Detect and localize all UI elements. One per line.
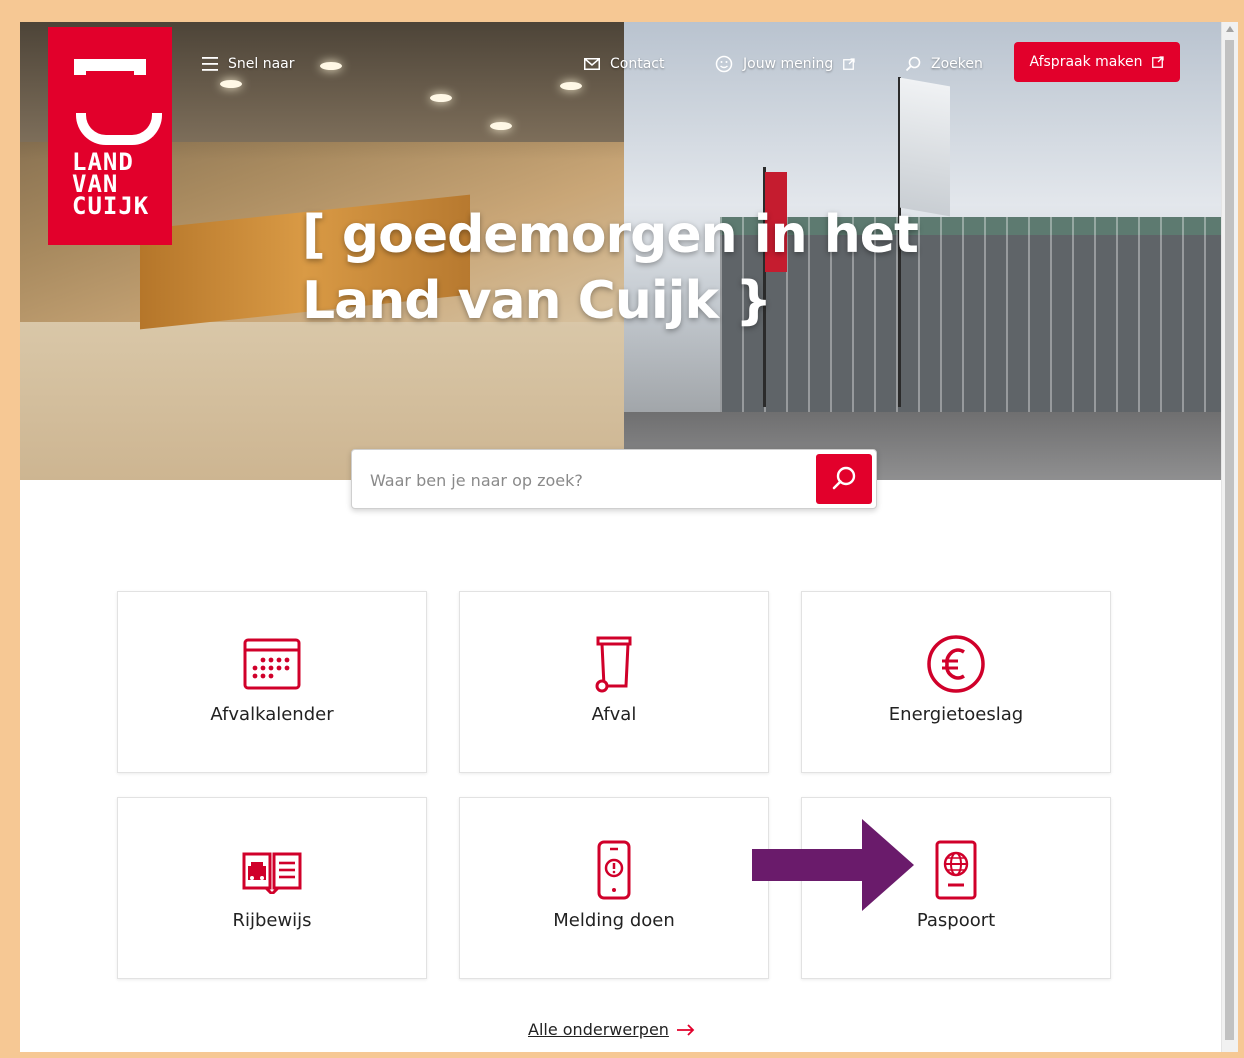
contact-label: Contact: [610, 56, 665, 72]
search-box: [351, 449, 877, 509]
site-logo[interactable]: LAND VAN CUIJK: [48, 27, 172, 245]
feedback-label: Jouw mening: [743, 56, 834, 72]
vertical-scrollbar[interactable]: [1221, 22, 1238, 1052]
tile-label: Afvalkalender: [210, 704, 334, 725]
logo-line-3: CUIJK: [72, 192, 150, 220]
ceiling-light: [430, 94, 452, 102]
menu-button[interactable]: Snel naar: [202, 54, 295, 74]
phone-alert-icon: [597, 840, 631, 900]
envelope-icon: [584, 58, 600, 70]
euro-icon: [927, 635, 985, 693]
tile-label: Afval: [591, 704, 637, 725]
all-topics-link[interactable]: Alle onderwerpen: [528, 1020, 695, 1039]
logo-bracket-icon: [74, 59, 146, 75]
appointment-button[interactable]: Afspraak maken: [1014, 42, 1180, 82]
hero-flag: [900, 77, 950, 217]
ceiling-light: [320, 62, 342, 70]
ceiling-light: [560, 82, 582, 90]
tile-afval[interactable]: Afval: [459, 591, 769, 773]
tile-energietoeslag[interactable]: Energietoeslag: [801, 591, 1111, 773]
search-icon: [832, 466, 856, 490]
tile-label: Energietoeslag: [888, 704, 1024, 725]
hero-banner: [ goedemorgen in het Land van Cuijk }: [20, 22, 1222, 480]
drivers-license-icon: [242, 852, 302, 894]
hero-title: [ goedemorgen in het Land van Cuijk }: [302, 202, 962, 334]
waste-bin-icon: [595, 636, 632, 693]
tile-label: Paspoort: [916, 910, 996, 931]
menu-label: Snel naar: [228, 56, 295, 72]
passport-icon: [935, 840, 977, 900]
tile-label: Melding doen: [553, 910, 675, 931]
ceiling-light: [220, 80, 242, 88]
search-label: Zoeken: [931, 56, 983, 72]
search-icon: [905, 56, 921, 72]
contact-link[interactable]: Contact: [584, 54, 664, 74]
logo-wordmark: LAND VAN CUIJK: [72, 150, 162, 220]
calendar-icon: [243, 638, 301, 690]
hero-title-line2: Land van Cuijk }: [302, 271, 772, 331]
tile-label: Rijbewijs: [232, 910, 312, 931]
arrow-right-icon: [676, 1023, 695, 1036]
tile-rijbewijs[interactable]: Rijbewijs: [117, 797, 427, 979]
hero-title-line1: [ goedemorgen in het: [302, 205, 919, 265]
browser-viewport: [ goedemorgen in het Land van Cuijk } LA…: [20, 22, 1238, 1052]
scroll-up-arrow-icon[interactable]: [1226, 26, 1234, 32]
external-link-icon: [1152, 56, 1165, 68]
logo-smile-icon: [76, 113, 162, 145]
hamburger-icon: [202, 57, 218, 71]
external-link-icon: [843, 58, 855, 70]
scrollbar-thumb[interactable]: [1225, 40, 1234, 1040]
feedback-link[interactable]: Jouw mening: [715, 54, 855, 74]
search-input[interactable]: [368, 464, 792, 496]
tile-afvalkalender[interactable]: Afvalkalender: [117, 591, 427, 773]
search-link[interactable]: Zoeken: [905, 54, 983, 74]
search-submit-button[interactable]: [816, 454, 872, 504]
smiley-icon: [715, 55, 733, 73]
ceiling-light: [490, 122, 512, 130]
appointment-label: Afspraak maken: [1029, 54, 1143, 70]
tile-melding-doen[interactable]: Melding doen: [459, 797, 769, 979]
all-topics-label: Alle onderwerpen: [528, 1020, 669, 1039]
arrow-right-icon: [752, 819, 914, 911]
